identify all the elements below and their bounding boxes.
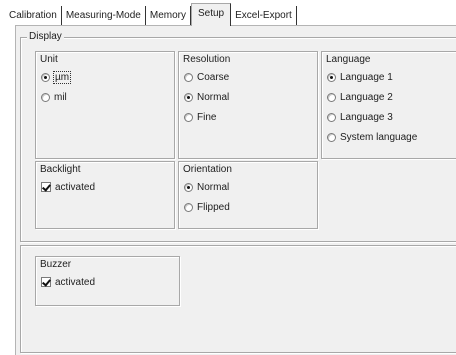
buzzer-title: Buzzer [40,259,72,270]
orientation-box: Orientation Normal Flipped [178,161,318,229]
language-option-system[interactable]: System language [327,130,417,144]
tab-measuring-mode[interactable]: Measuring-Mode [62,6,146,25]
resolution-option-fine[interactable]: Fine [184,110,216,124]
language-box: Language Language 1 Language 2 Language … [321,51,456,159]
language-title: Language [326,54,371,65]
backlight-checkbox-label: activated [55,181,96,193]
buzzer-checkbox[interactable]: activated [41,275,95,289]
language-option-label: Language 3 [340,111,393,123]
backlight-checkbox[interactable]: activated [41,180,95,194]
orientation-option-label: Normal [197,181,230,193]
tab-setup[interactable]: Setup [190,3,232,26]
language-option-1[interactable]: Language 1 [327,70,393,84]
resolution-option-normal[interactable]: Normal [184,90,229,104]
tab-memory[interactable]: Memory [146,6,191,25]
radio-button[interactable] [327,92,336,102]
backlight-box: Backlight activated [35,161,175,229]
lower-group: Buzzer activated [20,245,456,353]
resolution-option-label: Coarse [197,71,230,83]
setup-panel: Display Unit µm mil Resolution Coarse No… [15,25,456,355]
unit-box: Unit µm mil [35,51,175,159]
tab-excel-export[interactable]: Excel-Export [231,6,297,25]
unit-option-mil[interactable]: mil [41,90,67,104]
language-option-3[interactable]: Language 3 [327,110,393,124]
language-option-2[interactable]: Language 2 [327,90,393,104]
radio-button[interactable] [184,182,193,192]
tab-row: Calibration Measuring-Mode Memory Setup … [7,3,297,26]
radio-button[interactable] [184,72,193,82]
resolution-option-coarse[interactable]: Coarse [184,70,229,84]
radio-button[interactable] [41,72,50,82]
unit-title: Unit [40,54,58,65]
radio-button[interactable] [327,112,336,122]
radio-button[interactable] [327,72,336,82]
language-option-label: System language [340,131,418,143]
language-option-label: Language 1 [340,71,393,83]
checkbox[interactable] [41,182,51,192]
resolution-option-label: Normal [197,91,230,103]
language-option-label: Language 2 [340,91,393,103]
radio-button[interactable] [184,92,193,102]
radio-button[interactable] [184,112,193,122]
backlight-title: Backlight [40,164,81,175]
unit-option-um[interactable]: µm [41,70,72,84]
unit-option-label: mil [54,91,67,103]
orientation-option-label: Flipped [197,201,230,213]
orientation-title: Orientation [183,164,232,175]
radio-button[interactable] [41,92,50,102]
buzzer-checkbox-label: activated [55,276,96,288]
unit-option-label: µm [52,70,72,84]
tab-strip: Calibration Measuring-Mode Memory Setup … [0,0,456,26]
resolution-title: Resolution [183,54,231,65]
radio-button[interactable] [327,132,336,142]
orientation-option-flipped[interactable]: Flipped [184,200,230,214]
radio-button[interactable] [184,202,193,212]
checkbox[interactable] [41,277,51,287]
resolution-option-label: Fine [197,111,217,123]
orientation-option-normal[interactable]: Normal [184,180,229,194]
resolution-box: Resolution Coarse Normal Fine [178,51,318,159]
buzzer-box: Buzzer activated [35,256,180,306]
tab-calibration[interactable]: Calibration [7,6,62,25]
display-group: Display Unit µm mil Resolution Coarse No… [20,31,456,242]
display-group-title: Display [27,31,64,43]
